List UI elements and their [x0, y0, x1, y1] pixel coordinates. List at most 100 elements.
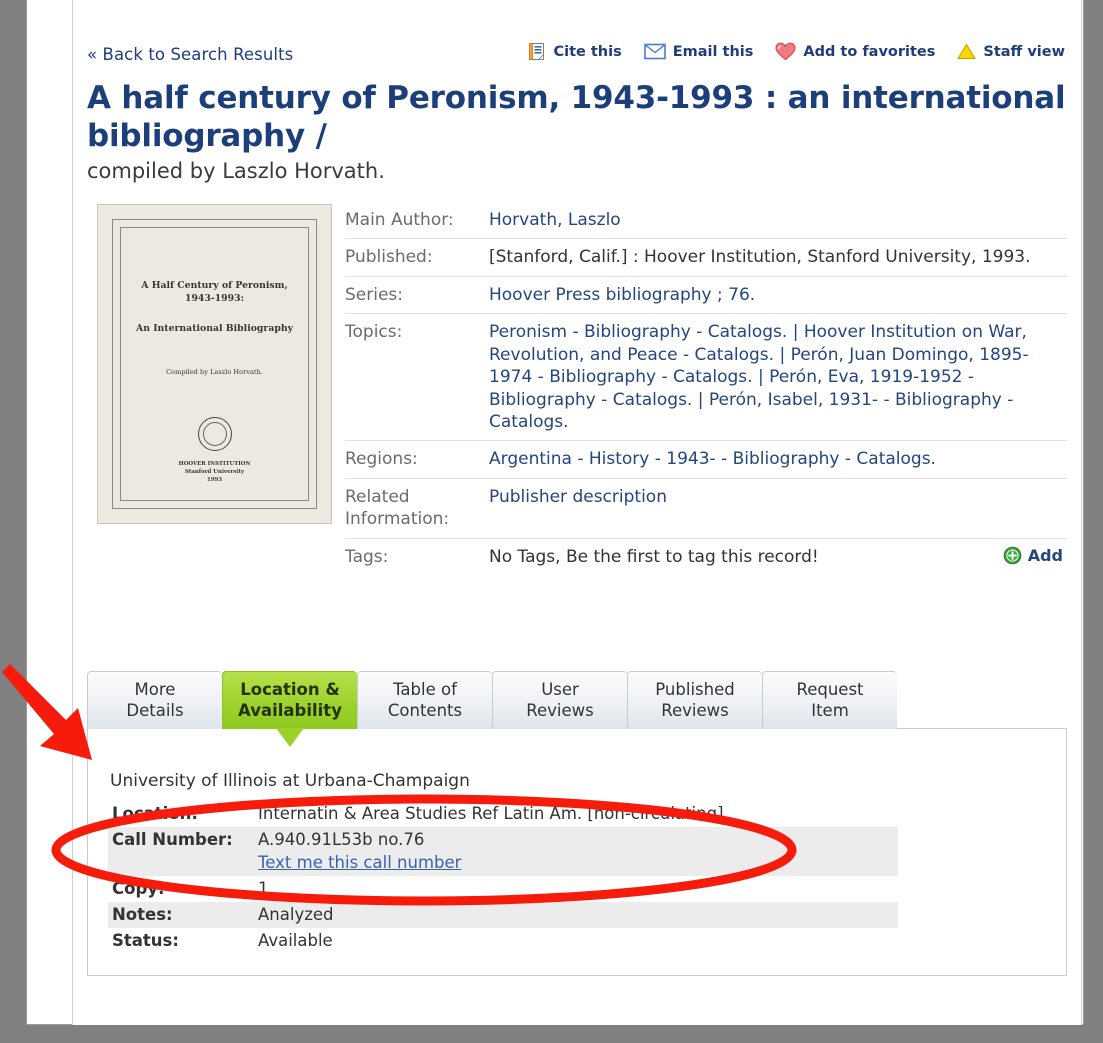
- add-tag-label: Add: [1027, 545, 1063, 565]
- library-name: University of Illinois at Urbana-Champai…: [110, 771, 470, 792]
- cite-this-label: Cite this: [553, 43, 622, 60]
- holdings-value-notes: Analyzed: [258, 902, 898, 929]
- field-label-main-author: Main Author:: [345, 209, 454, 230]
- holdings-label-location: Location:: [112, 804, 198, 824]
- tags-empty-message: No Tags, Be the first to tag this record…: [489, 546, 819, 567]
- add-circle-icon: [1003, 546, 1022, 565]
- field-value-published: [Stanford, Calif.] : Hoover Institution,…: [489, 238, 1067, 277]
- email-icon: [643, 43, 666, 60]
- hoover-seal-icon: [197, 416, 232, 451]
- tab-table-of-contents-line1: Table of: [393, 680, 457, 700]
- table-row: Series: Hoover Press bibliography ; 76.: [345, 275, 1067, 314]
- tab-published-reviews[interactable]: Published Reviews: [627, 671, 762, 730]
- tab-more-details[interactable]: More Details: [87, 671, 222, 730]
- tab-request-item-line2: Item: [811, 700, 849, 720]
- tab-published-reviews-line2: Reviews: [661, 700, 729, 720]
- field-label-published: Published:: [345, 238, 489, 277]
- tab-user-reviews[interactable]: User Reviews: [492, 671, 627, 730]
- field-value-tags: No Tags, Be the first to tag this record…: [489, 537, 1067, 576]
- page-content-frame: « Back to Search Results Cite this Email…: [72, 0, 1082, 1025]
- add-tag-button[interactable]: Add: [1003, 545, 1063, 566]
- table-row: Published: [Stanford, Calif.] : Hoover I…: [345, 238, 1067, 277]
- field-label-series: Series:: [345, 275, 489, 314]
- back-to-search-results-link[interactable]: « Back to Search Results: [87, 45, 293, 64]
- field-label-related-information: Related Information:: [345, 477, 489, 539]
- publisher-description-link[interactable]: Publisher description: [489, 487, 667, 507]
- record-toolbar: « Back to Search Results Cite this Email…: [87, 40, 1067, 74]
- holdings-value-status: Available: [258, 931, 333, 951]
- topics-link[interactable]: Peronism - Bibliography - Catalogs. | Ho…: [489, 322, 1029, 432]
- field-value-series: Hoover Press bibliography ; 76.: [489, 275, 1067, 314]
- tab-request-item[interactable]: Request Item: [762, 671, 897, 730]
- table-row: Location: Internatin & Area Studies Ref …: [108, 801, 898, 827]
- holdings-label-copy: Copy:: [112, 878, 165, 898]
- cover-column: A Half Century of Peronism, 1943-1993: A…: [87, 200, 345, 524]
- field-label-tags: Tags:: [345, 537, 489, 576]
- table-row: Related Information: Publisher descripti…: [345, 477, 1067, 539]
- cover-title-text1: A Half Century of Peronism,: [141, 279, 288, 291]
- cover-publisher-line3: 1993: [206, 477, 222, 484]
- cover-subtitle: An International Bibliography: [135, 322, 294, 334]
- staff-view-label: Staff view: [983, 43, 1065, 60]
- series-link[interactable]: Hoover Press bibliography ; 76.: [489, 285, 755, 305]
- table-row: Copy: 1: [108, 876, 898, 902]
- cover-publisher-line2: Stanford University: [185, 468, 244, 475]
- staff-view-button[interactable]: Staff view: [957, 43, 1065, 60]
- metadata-column: Main Author: Horvath, Laszlo Published: …: [345, 200, 1067, 576]
- record-body: A Half Century of Peronism, 1943-1993: A…: [87, 200, 1067, 576]
- book-cover-image[interactable]: A Half Century of Peronism, 1943-1993: A…: [97, 203, 332, 524]
- add-to-favorites-label: Add to favorites: [803, 43, 936, 60]
- holdings-label-status: Status:: [112, 931, 179, 951]
- field-label-topics: Topics:: [345, 313, 489, 441]
- tab-table-of-contents-line2: Contents: [387, 700, 463, 720]
- record-page: « Back to Search Results Cite this Email…: [73, 0, 1081, 976]
- email-this-label: Email this: [672, 43, 754, 60]
- field-value-related-information: Publisher description: [489, 477, 1067, 539]
- tab-published-reviews-line1: Published: [655, 680, 735, 700]
- metadata-table: Main Author: Horvath, Laszlo Published: …: [345, 202, 1067, 576]
- cite-icon: [527, 42, 546, 61]
- cover-publisher-line1: HOOVER INSTITUTION: [178, 460, 251, 467]
- tab-more-details-line2: Details: [126, 700, 184, 720]
- field-value-topics: Peronism - Bibliography - Catalogs. | Ho…: [489, 313, 1067, 441]
- tab-table-of-contents[interactable]: Table of Contents: [357, 671, 492, 730]
- page-title: A half century of Peronism, 1943-1993 : …: [87, 80, 1066, 154]
- cover-compiler: Compiled by Laszlo Horvath.: [166, 367, 263, 376]
- table-row: Regions: Argentina - History - 1943- - B…: [345, 440, 1067, 479]
- text-me-call-number-link[interactable]: Text me this call number: [258, 852, 894, 874]
- cite-this-button[interactable]: Cite this: [527, 42, 622, 61]
- cover-publisher: HOOVER INSTITUTION Stanford University 1…: [124, 460, 305, 484]
- field-value-regions: Argentina - History - 1943- - Bibliograp…: [489, 440, 1067, 479]
- tab-more-details-line1: More: [134, 680, 176, 700]
- cover-title-line1: A Half Century of Peronism, 1943-1993:: [124, 279, 305, 306]
- holdings-value-call-number: A.940.91L53b no.76 Text me this call num…: [258, 827, 898, 876]
- call-number-text: A.940.91L53b no.76: [258, 830, 425, 850]
- email-this-button[interactable]: Email this: [643, 43, 754, 60]
- holdings-value-location: Internatin & Area Studies Ref Latin Am. …: [258, 804, 724, 824]
- holdings-value-copy: 1: [258, 878, 269, 898]
- holdings-label-call-number: Call Number:: [108, 827, 258, 876]
- tab-bar: More Details Location & Availability Tab…: [87, 671, 1067, 748]
- holdings-table: Location: Internatin & Area Studies Ref …: [108, 801, 898, 955]
- holdings-label-notes: Notes:: [108, 902, 258, 929]
- record-tabs-section: More Details Location & Availability Tab…: [87, 671, 1067, 976]
- table-row: Call Number: A.940.91L53b no.76 Text me …: [108, 827, 898, 876]
- tab-request-item-line1: Request: [796, 680, 864, 700]
- tab-location-availability[interactable]: Location & Availability: [222, 671, 357, 748]
- page-subtitle: compiled by Laszlo Horvath.: [87, 158, 385, 183]
- table-row: Status: Available: [108, 928, 898, 954]
- cover-title-text2: 1943-1993:: [184, 293, 245, 305]
- browser-page: « Back to Search Results Cite this Email…: [26, 0, 1084, 1025]
- add-to-favorites-button[interactable]: Add to favorites: [775, 42, 935, 61]
- tab-location-availability-line1: Location &: [240, 680, 340, 700]
- screenshot-root: « Back to Search Results Cite this Email…: [0, 0, 1103, 1043]
- table-row: Tags: No Tags, Be the first to tag this …: [345, 537, 1067, 576]
- field-label-regions: Regions:: [345, 440, 489, 479]
- table-row: Notes: Analyzed: [108, 902, 898, 929]
- main-author-link[interactable]: Horvath, Laszlo: [489, 210, 621, 230]
- warning-triangle-icon: [957, 43, 976, 60]
- tab-user-reviews-line2: Reviews: [526, 700, 594, 720]
- record-tools: Cite this Email this Add to favorites St…: [527, 42, 1065, 61]
- regions-link[interactable]: Argentina - History - 1943- - Bibliograp…: [489, 449, 936, 469]
- location-availability-panel: University of Illinois at Urbana-Champai…: [87, 728, 1067, 976]
